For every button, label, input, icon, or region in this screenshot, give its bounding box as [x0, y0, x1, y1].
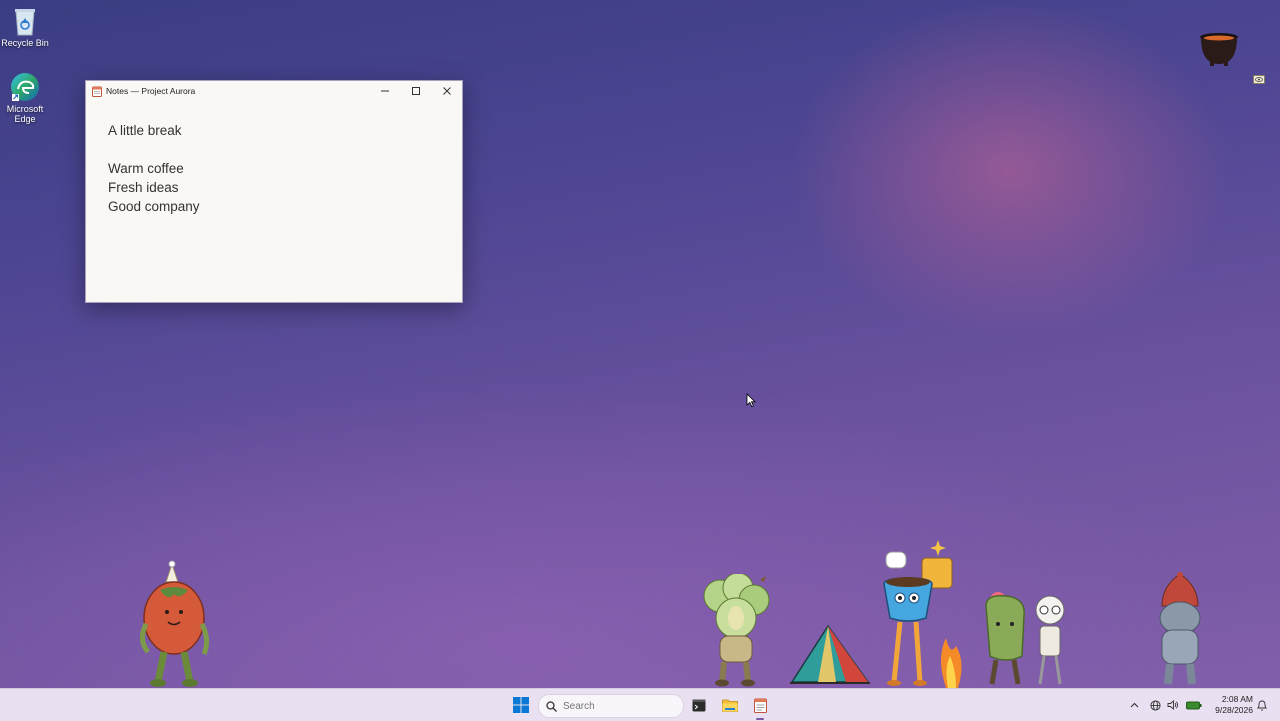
cactus-and-robot-characters[interactable] — [978, 586, 1072, 688]
search-input[interactable] — [561, 699, 675, 713]
file-explorer-icon — [722, 699, 738, 712]
window-titlebar[interactable]: Notes — Project Aurora — [86, 81, 462, 101]
network-icon — [1149, 699, 1161, 711]
maximize-icon — [411, 87, 420, 95]
edge-icon — [11, 73, 39, 101]
tent-decoration — [790, 624, 870, 684]
chevron-up-icon — [1130, 702, 1138, 708]
note-heading: A little break — [108, 123, 182, 138]
note-line: Warm coffee — [108, 161, 184, 176]
taskbar-clock[interactable]: 2:08 AM 9/28/2026 — [1205, 694, 1253, 716]
minimize-icon — [380, 90, 389, 92]
search-icon — [546, 700, 557, 712]
terminal-icon — [692, 699, 706, 711]
notepad-icon — [753, 698, 767, 713]
close-button[interactable] — [431, 81, 462, 101]
notifications-button[interactable] — [1255, 689, 1269, 721]
cauldron-widget[interactable] — [1198, 28, 1240, 68]
minimize-button[interactable] — [369, 81, 400, 101]
gnome-character[interactable] — [1150, 572, 1210, 688]
taskbar: 2:08 AM 9/28/2026 — [0, 688, 1280, 721]
taskbar-app-terminal[interactable] — [689, 689, 709, 721]
mouse-cursor — [746, 393, 756, 408]
window-title: Notes — Project Aurora — [106, 86, 196, 96]
eye-icon[interactable] — [1253, 75, 1265, 84]
tray-overflow-button[interactable] — [1127, 689, 1141, 721]
recycle-bin-icon — [15, 9, 35, 36]
volume-icon — [1167, 700, 1178, 710]
note-text-area[interactable]: A little break Warm coffee Fresh ideas G… — [86, 101, 462, 236]
close-icon — [442, 87, 451, 95]
clock-date: 9/28/2026 — [1215, 705, 1253, 715]
notes-window[interactable]: Notes — Project Aurora A little break Wa… — [85, 80, 463, 303]
network-button[interactable] — [1148, 689, 1162, 721]
desktop-icon-recycle-bin[interactable]: Recycle Bin — [0, 6, 53, 48]
start-button[interactable] — [508, 689, 534, 721]
maximize-button[interactable] — [400, 81, 431, 101]
clock-time: 2:08 AM — [1221, 694, 1253, 704]
windows-logo-icon — [513, 697, 529, 713]
volume-button[interactable] — [1166, 689, 1180, 721]
battery-button[interactable] — [1185, 689, 1203, 721]
notification-icon — [1257, 700, 1267, 710]
taskbar-search[interactable] — [538, 694, 684, 718]
notepad-icon — [92, 86, 102, 97]
taskbar-app-notepad[interactable] — [749, 689, 771, 721]
leafy-character[interactable] — [698, 574, 774, 688]
note-line: Good company — [108, 199, 200, 214]
desktop-icon-edge[interactable]: Microsoft Edge — [0, 72, 53, 124]
taskbar-app-file-explorer[interactable] — [719, 689, 741, 721]
edge-label: Microsoft Edge — [6, 104, 44, 124]
battery-icon — [1186, 701, 1202, 709]
recycle-bin-label: Recycle Bin — [1, 38, 49, 48]
tomato-character[interactable] — [136, 560, 216, 688]
coffee-cup-character[interactable] — [876, 538, 972, 688]
note-line: Fresh ideas — [108, 180, 179, 195]
